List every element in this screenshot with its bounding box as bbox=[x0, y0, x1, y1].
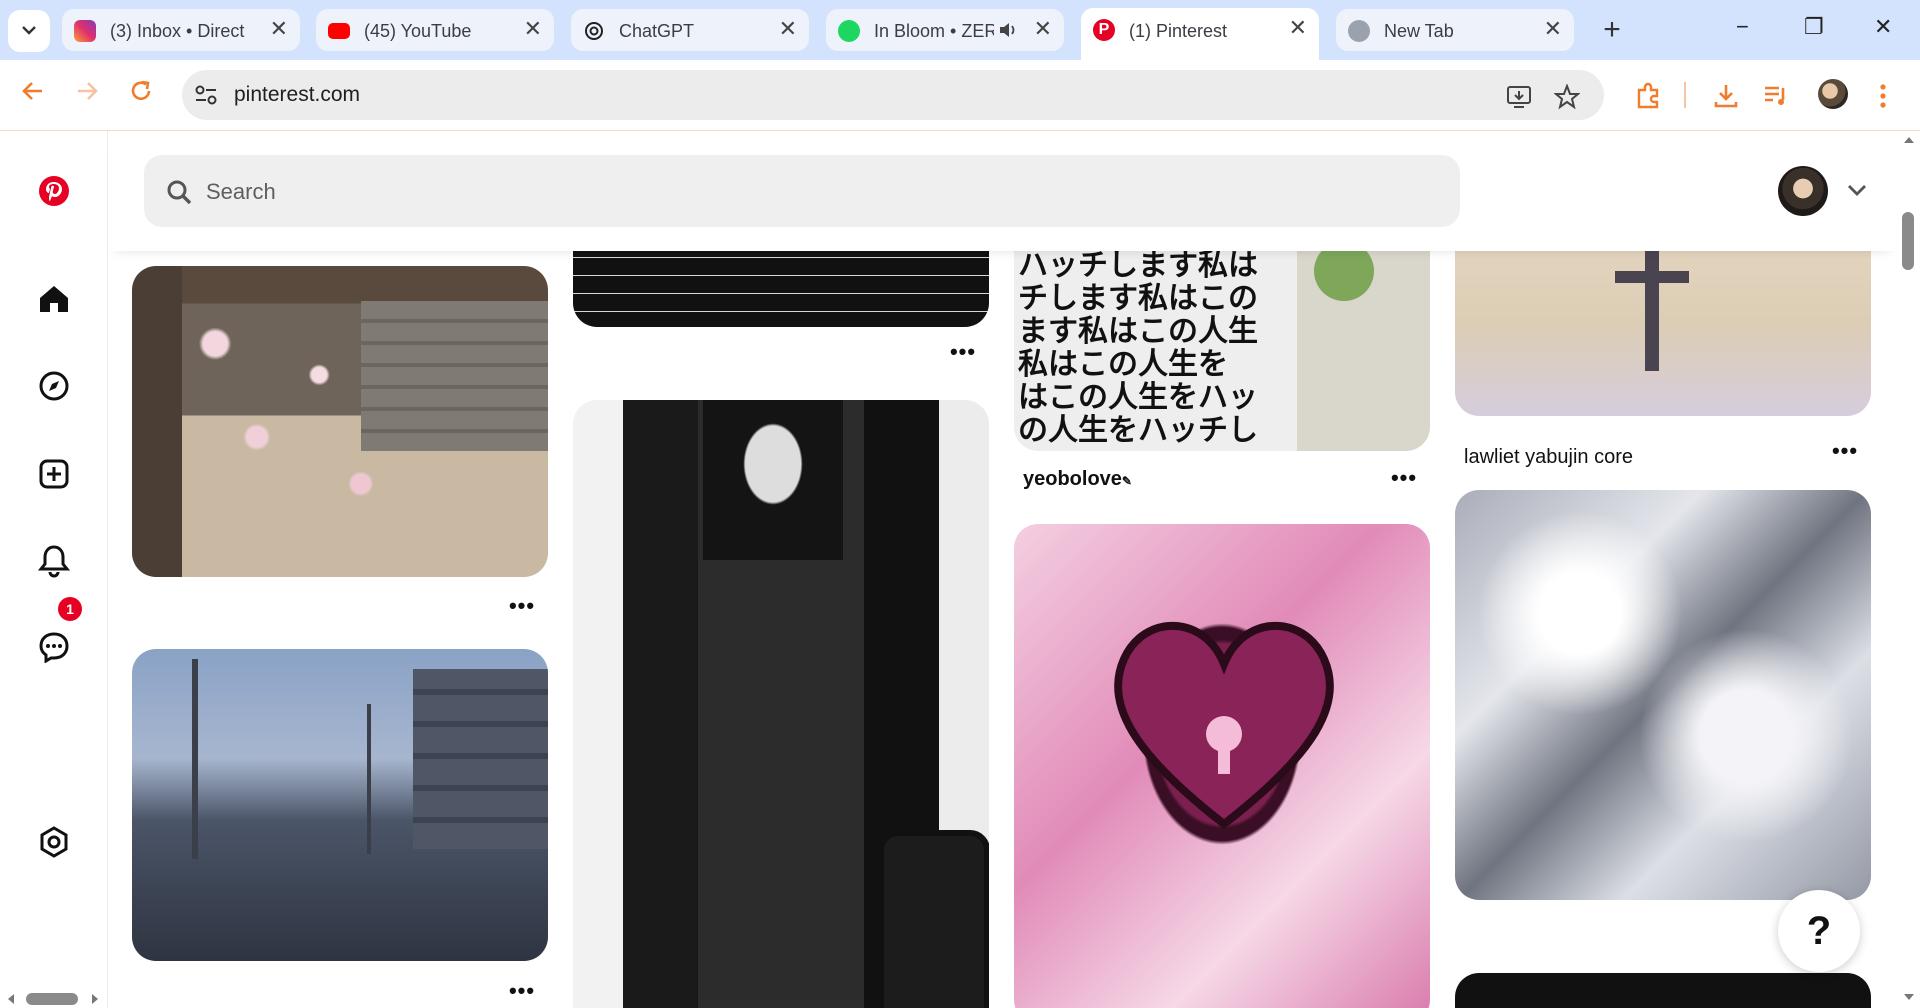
globe-icon bbox=[1348, 20, 1370, 42]
browser-menu-icon[interactable] bbox=[1878, 82, 1888, 110]
scroll-left-arrow-icon[interactable] bbox=[6, 992, 16, 1006]
stone-wall bbox=[360, 301, 548, 451]
pin-image-lawliet-collage[interactable] bbox=[1455, 251, 1871, 416]
pin-image-dark[interactable] bbox=[1455, 973, 1871, 1008]
pinterest-sidebar: 1 bbox=[0, 131, 108, 1008]
pin-more-button[interactable]: ••• bbox=[1825, 440, 1865, 466]
search-icon bbox=[167, 180, 192, 205]
japanese-text-overlay: ハッチします私は チします私はこの ます私はこの人生 私はこの人生を はこの人生… bbox=[1018, 251, 1258, 448]
create-icon[interactable] bbox=[38, 458, 70, 490]
tab-title: (1) Pinterest bbox=[1129, 21, 1228, 41]
tab-title: In Bloom • ZEROBASEONE bbox=[874, 21, 994, 41]
scroll-down-arrow-icon[interactable] bbox=[1902, 992, 1916, 1002]
maximize-button[interactable]: ❐ bbox=[1804, 14, 1824, 40]
tab-youtube[interactable]: (45) YouTube ✕ bbox=[316, 9, 554, 51]
tab-strip: (3) Inbox • Direct ✕ (45) YouTube ✕ Chat… bbox=[0, 0, 1920, 60]
tab-pinterest[interactable]: P (1) Pinterest ✕ bbox=[1081, 8, 1319, 60]
scroll-right-arrow-icon[interactable] bbox=[90, 992, 100, 1006]
pinterest-logo-icon[interactable] bbox=[38, 175, 70, 207]
utility-pole bbox=[367, 704, 371, 854]
pin-image-chrome-stars[interactable] bbox=[1455, 490, 1871, 900]
search-input[interactable] bbox=[204, 173, 1408, 211]
bookmark-star-icon[interactable] bbox=[1554, 84, 1580, 110]
settings-icon[interactable] bbox=[38, 826, 70, 858]
close-tab-icon[interactable]: ✕ bbox=[779, 18, 797, 40]
pin-title: lawliet yabujin core bbox=[1464, 446, 1633, 468]
youtube-icon bbox=[328, 23, 350, 39]
account-chevron-down-icon[interactable] bbox=[1846, 183, 1868, 197]
tab-title: New Tab bbox=[1384, 21, 1454, 41]
home-icon[interactable] bbox=[38, 283, 70, 315]
help-button[interactable]: ? bbox=[1778, 890, 1860, 972]
minimize-button[interactable]: − bbox=[1736, 14, 1749, 40]
spotify-icon bbox=[838, 20, 860, 42]
window-close-button[interactable]: ✕ bbox=[1874, 14, 1892, 40]
pin-image-script-text[interactable] bbox=[573, 251, 989, 327]
close-tab-icon[interactable]: ✕ bbox=[1544, 18, 1562, 40]
address-bar[interactable]: pinterest.com bbox=[182, 70, 1604, 120]
tab-search-button[interactable] bbox=[8, 10, 50, 52]
pin-more-button[interactable]: ••• bbox=[502, 980, 542, 1006]
tab-instagram[interactable]: (3) Inbox • Direct ✕ bbox=[62, 9, 300, 51]
tab-title: (45) YouTube bbox=[364, 21, 472, 41]
avatar[interactable] bbox=[1778, 166, 1828, 216]
site-info-icon[interactable] bbox=[194, 84, 218, 106]
new-tab-button[interactable]: + bbox=[1592, 12, 1632, 50]
reload-icon[interactable] bbox=[128, 78, 154, 104]
back-arrow-icon[interactable] bbox=[20, 78, 46, 104]
forward-arrow-icon[interactable] bbox=[74, 78, 100, 104]
pin-image-black-white-fashion[interactable] bbox=[573, 400, 989, 1008]
notification-count-badge: 1 bbox=[58, 597, 82, 621]
close-tab-icon[interactable]: ✕ bbox=[1034, 18, 1052, 40]
tab-title: ChatGPT bbox=[619, 21, 695, 41]
pin-more-button[interactable]: ••• bbox=[1384, 467, 1424, 493]
url-text[interactable]: pinterest.com bbox=[234, 83, 360, 107]
pinterest-header bbox=[108, 131, 1898, 251]
download-icon[interactable] bbox=[1712, 82, 1740, 110]
search-bar[interactable] bbox=[144, 155, 1460, 227]
portrait-head bbox=[703, 400, 843, 560]
pin-image-street-dusk[interactable] bbox=[132, 649, 548, 961]
cross-shape bbox=[1615, 271, 1689, 283]
green-apple bbox=[1314, 251, 1374, 301]
pin-image-japanese-text[interactable]: ハッチします私は チします私はこの ます私はこの人生 私はこの人生を はこの人生… bbox=[1014, 251, 1430, 451]
chevron-down-icon bbox=[22, 26, 36, 35]
pin-feed: ••• ••• ••• ハッチします私は チします私はこの ます私はこの人生 私… bbox=[108, 251, 1898, 1008]
pin-image-cherry-blossom-gate[interactable] bbox=[132, 266, 548, 577]
pinterest-icon: P bbox=[1093, 19, 1115, 41]
messages-icon[interactable] bbox=[38, 631, 70, 663]
extensions-icon[interactable] bbox=[1634, 82, 1662, 110]
pin-more-button[interactable]: ••• bbox=[943, 341, 983, 367]
heart-lock-icon bbox=[1114, 621, 1334, 830]
speaker-icon[interactable] bbox=[998, 21, 1018, 44]
vertical-scrollbar-thumb[interactable] bbox=[1902, 212, 1914, 270]
tab-new-tab[interactable]: New Tab ✕ bbox=[1336, 9, 1574, 51]
apartment-building bbox=[413, 669, 548, 849]
notifications-icon[interactable] bbox=[38, 544, 70, 578]
instagram-icon bbox=[74, 20, 96, 42]
media-controls-icon[interactable] bbox=[1762, 82, 1790, 110]
install-app-icon[interactable] bbox=[1506, 84, 1534, 110]
scroll-up-arrow-icon[interactable] bbox=[1902, 135, 1916, 145]
pin-more-button[interactable]: ••• bbox=[502, 595, 542, 621]
utility-pole bbox=[192, 659, 198, 859]
horizontal-scrollbar-thumb[interactable] bbox=[26, 993, 78, 1005]
browser-profile-avatar[interactable] bbox=[1818, 79, 1848, 109]
toolbar-divider bbox=[1684, 82, 1686, 108]
browser-toolbar: pinterest.com bbox=[0, 60, 1920, 131]
tab-title: (3) Inbox • Direct bbox=[110, 21, 245, 41]
handbag bbox=[878, 830, 989, 1008]
tab-chatgpt[interactable]: ChatGPT ✕ bbox=[571, 9, 809, 51]
cross-shape bbox=[1645, 251, 1659, 371]
pin-image-pink-heart-lock[interactable] bbox=[1014, 524, 1430, 1008]
explore-icon[interactable] bbox=[38, 370, 70, 402]
tab-spotify[interactable]: In Bloom • ZEROBASEONE ✕ bbox=[826, 9, 1064, 51]
pin-title: yeobolove✎ bbox=[1023, 468, 1132, 490]
close-tab-icon[interactable]: ✕ bbox=[524, 18, 542, 40]
chatgpt-icon bbox=[583, 20, 605, 42]
close-tab-icon[interactable]: ✕ bbox=[1289, 17, 1307, 39]
close-tab-icon[interactable]: ✕ bbox=[270, 18, 288, 40]
